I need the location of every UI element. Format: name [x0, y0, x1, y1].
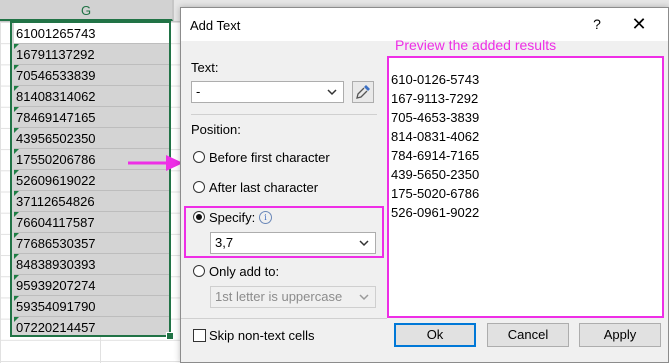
error-indicator-icon — [14, 233, 19, 238]
cell[interactable]: 61001265743 — [14, 23, 169, 44]
error-indicator-icon — [14, 170, 19, 175]
skip-non-text-label[interactable]: Skip non-text cells — [209, 328, 315, 343]
specify-value: 3,7 — [215, 235, 234, 250]
error-indicator-icon — [14, 44, 19, 49]
info-icon[interactable]: i — [259, 211, 272, 224]
preview-caption: Preview the added results — [395, 37, 557, 53]
list-item: 784-6914-7165 — [391, 148, 480, 163]
only-add-to-radio[interactable] — [193, 265, 205, 277]
apply-button[interactable]: Apply — [579, 323, 661, 347]
before-first-label[interactable]: Before first character — [209, 150, 330, 165]
error-indicator-icon — [14, 317, 19, 322]
list-item: 167-9113-7292 — [391, 91, 479, 106]
specify-combobox[interactable]: 3,7 — [210, 232, 376, 254]
cell[interactable]: 95939207274 — [14, 275, 169, 296]
list-item: 175-5020-6786 — [391, 186, 480, 201]
eyedropper-icon — [356, 85, 370, 99]
only-add-to-combobox[interactable]: 1st letter is uppercase — [210, 286, 376, 308]
after-last-radio[interactable] — [193, 181, 205, 193]
pink-arrow-icon — [128, 155, 183, 171]
preview-list: 610-0126-5743 167-9113-7292 705-4653-383… — [387, 56, 664, 318]
list-item: 705-4653-3839 — [391, 110, 480, 125]
list-item: 814-0831-4062 — [391, 129, 480, 144]
error-indicator-icon — [14, 212, 19, 217]
cell[interactable]: 70546533839 — [14, 65, 169, 86]
cell[interactable]: 07220214457 — [14, 317, 169, 338]
only-add-to-value: 1st letter is uppercase — [215, 289, 343, 304]
error-indicator-icon — [14, 86, 19, 91]
error-indicator-icon — [14, 149, 19, 154]
cell[interactable]: 59354091790 — [14, 296, 169, 317]
specify-label[interactable]: Specify: — [209, 210, 255, 225]
chevron-down-icon — [359, 294, 369, 301]
help-button[interactable]: ? — [585, 13, 609, 35]
chevron-down-icon — [327, 89, 337, 96]
column-header-g[interactable]: G — [0, 0, 173, 21]
dialog-title: Add Text — [190, 18, 241, 33]
cancel-button[interactable]: Cancel — [487, 323, 569, 347]
column-header-h[interactable] — [173, 0, 174, 21]
selected-range[interactable]: 61001265743 16791137292 70546533839 8140… — [10, 21, 171, 337]
list-item: 526-0961-9022 — [391, 205, 480, 220]
list-item: 439-5650-2350 — [391, 167, 480, 182]
error-indicator-icon — [14, 191, 19, 196]
close-button[interactable]: ✕ — [624, 12, 654, 36]
text-value: - — [196, 84, 201, 99]
cell[interactable]: 76604117587 — [14, 212, 169, 233]
cell[interactable]: 78469147165 — [14, 107, 169, 128]
insert-special-button[interactable] — [352, 81, 374, 103]
fill-handle[interactable] — [166, 332, 174, 340]
error-indicator-icon — [14, 65, 19, 70]
divider — [191, 114, 377, 115]
error-indicator-icon — [14, 128, 19, 133]
text-combobox[interactable]: - — [191, 81, 344, 103]
specify-radio[interactable] — [193, 211, 205, 223]
after-last-label[interactable]: After last character — [209, 180, 318, 195]
text-label: Text: — [191, 60, 219, 75]
error-indicator-icon — [14, 254, 19, 259]
cell[interactable]: 16791137292 — [14, 44, 169, 65]
ok-button[interactable]: Ok — [394, 323, 476, 347]
cell[interactable]: 77686530357 — [14, 233, 169, 254]
before-first-radio[interactable] — [193, 151, 205, 163]
add-text-dialog: Add Text ? ✕ Text: - Position: Before fi… — [180, 7, 669, 363]
error-indicator-icon — [14, 296, 19, 301]
skip-non-text-checkbox[interactable] — [193, 329, 206, 342]
cell[interactable]: 43956502350 — [14, 128, 169, 149]
error-indicator-icon — [14, 275, 19, 280]
only-add-to-label[interactable]: Only add to: — [209, 264, 279, 279]
divider — [181, 318, 387, 319]
position-label: Position: — [191, 122, 241, 137]
cell[interactable]: 84838930393 — [14, 254, 169, 275]
list-item: 610-0126-5743 — [391, 72, 480, 87]
chevron-down-icon — [359, 240, 369, 247]
error-indicator-icon — [14, 107, 19, 112]
cell[interactable]: 37112654826 — [14, 191, 169, 212]
cell[interactable]: 81408314062 — [14, 86, 169, 107]
